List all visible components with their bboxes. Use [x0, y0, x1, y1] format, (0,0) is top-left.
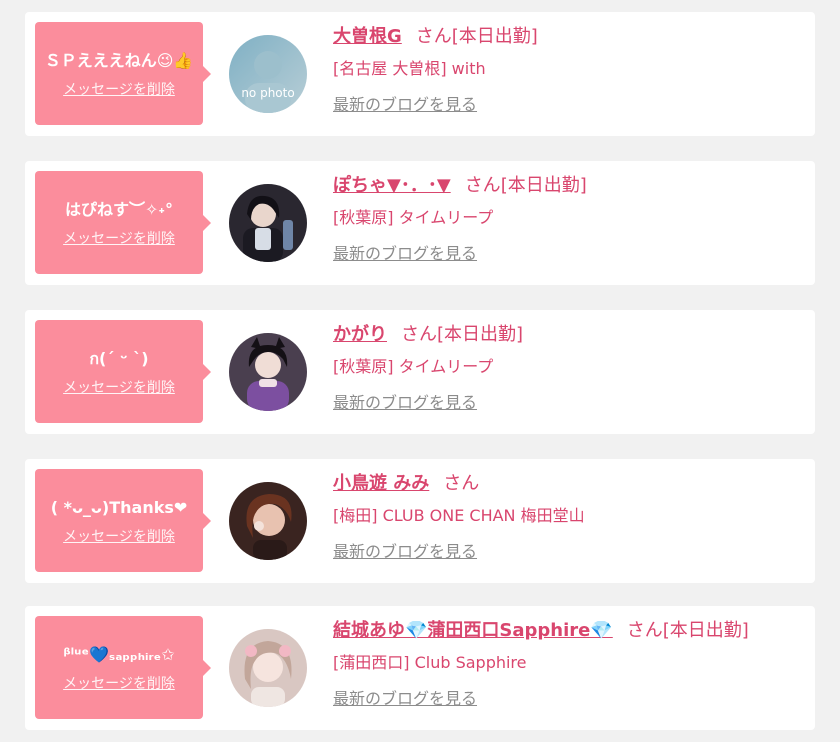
- honorific: さん: [464, 175, 501, 196]
- delete-message-link[interactable]: メッセージを削除: [63, 228, 175, 248]
- avatar[interactable]: [229, 184, 307, 262]
- blog-link[interactable]: 最新のブログを見る: [333, 243, 477, 265]
- cast-name-link[interactable]: 大曽根G: [333, 26, 402, 47]
- cast-name-link[interactable]: 小鳥遊 みみ: [333, 473, 429, 494]
- message-text: ก(ˊ ᵕ ˋ): [89, 348, 149, 368]
- list-item: ก(ˊ ᵕ ˋ) メッセージを削除 かがり さん[本日出勤] [秋葉原] タイムリ…: [25, 310, 815, 434]
- status-badge: [本日出勤]: [451, 26, 538, 47]
- blog-link[interactable]: 最新のブログを見る: [333, 688, 477, 710]
- message-bubble: ( *ᴗ_ᴗ)Thanks❤ メッセージを削除: [35, 469, 211, 572]
- blog-link[interactable]: 最新のブログを見る: [333, 392, 477, 414]
- delete-message-link[interactable]: メッセージを削除: [63, 79, 175, 99]
- message-bubble: ＳＰえええねん😉👍 メッセージを削除: [35, 22, 211, 125]
- blog-link[interactable]: 最新のブログを見る: [333, 94, 477, 116]
- honorific: さん: [415, 26, 452, 47]
- cast-name-link[interactable]: 結城あゆ💎蒲田西口Sapphire💎: [333, 620, 613, 641]
- shop-info: [名古屋 大曽根] with: [333, 59, 486, 78]
- avatar[interactable]: [229, 333, 307, 411]
- delete-message-link[interactable]: メッセージを削除: [63, 377, 175, 397]
- cast-name-link[interactable]: ぽちゃ▼･．･▼: [333, 175, 451, 196]
- blog-link[interactable]: 最新のブログを見る: [333, 541, 477, 563]
- message-bubble: ᵝˡᵘᵉ💙ₛₐₚₚₕᵢᵣₑ✩ メッセージを削除: [35, 616, 211, 719]
- status-badge: [本日出勤]: [500, 175, 587, 196]
- shop-info: [秋葉原] タイムリープ: [333, 208, 494, 227]
- shop-info: [蒲田西口] Club Sapphire: [333, 653, 527, 672]
- message-text: ＳＰえええねん😉👍: [44, 50, 194, 70]
- status-badge: [本日出勤]: [662, 620, 749, 641]
- avatar[interactable]: no photo: [229, 35, 307, 113]
- list-item: ᵝˡᵘᵉ💙ₛₐₚₚₕᵢᵣₑ✩ メッセージを削除 結城あゆ💎蒲田西口Sapphir…: [25, 606, 815, 730]
- favorite-list: ＳＰえええねん😉👍 メッセージを削除 no photo 大曽根G さん[本日出勤]: [0, 0, 840, 742]
- cast-name-link[interactable]: かがり: [333, 324, 387, 345]
- shop-info: [梅田] CLUB ONE CHAN 梅田堂山: [333, 506, 585, 525]
- message-text: ᵝˡᵘᵉ💙ₛₐₚₚₕᵢᵣₑ✩: [63, 644, 175, 664]
- delete-message-link[interactable]: メッセージを削除: [63, 673, 175, 693]
- delete-message-link[interactable]: メッセージを削除: [63, 526, 175, 546]
- avatar[interactable]: [229, 482, 307, 560]
- list-item: ＳＰえええねん😉👍 メッセージを削除 no photo 大曽根G さん[本日出勤]: [25, 12, 815, 136]
- honorific: さん: [401, 324, 437, 345]
- list-item: はぴねす︶✧˖° メッセージを削除 ぽちゃ▼･．･▼ さん[本日出勤] [秋葉原]…: [25, 161, 815, 285]
- honorific: さん: [443, 473, 480, 494]
- message-text: はぴねす︶✧˖°: [64, 199, 174, 219]
- honorific: さん: [626, 620, 663, 641]
- message-bubble: はぴねす︶✧˖° メッセージを削除: [35, 171, 211, 274]
- no-photo-label: no photo: [241, 86, 294, 100]
- shop-info: [秋葉原] タイムリープ: [333, 357, 494, 376]
- list-item: ( *ᴗ_ᴗ)Thanks❤ メッセージを削除 小鳥遊 みみ さん [梅田] CL…: [25, 459, 815, 583]
- avatar[interactable]: [229, 629, 307, 707]
- status-badge: [本日出勤]: [437, 324, 524, 345]
- message-text: ( *ᴗ_ᴗ)Thanks❤: [50, 497, 188, 517]
- message-bubble: ก(ˊ ᵕ ˋ) メッセージを削除: [35, 320, 211, 423]
